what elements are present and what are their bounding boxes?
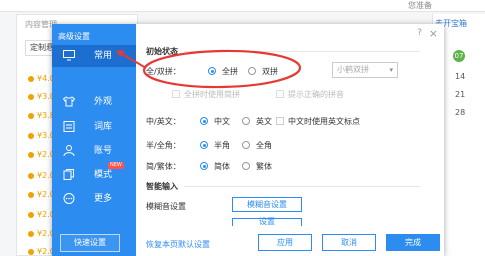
radio-double-pinyin[interactable]: [248, 67, 256, 75]
price-item: ¥2.0: [28, 171, 55, 180]
close-icon[interactable]: ×: [429, 27, 438, 40]
english-label: 英文: [256, 117, 272, 126]
price-item: ¥2.0: [28, 210, 55, 219]
section-divider: [184, 186, 420, 187]
quick-setup-button[interactable]: 快速设置: [60, 234, 120, 252]
advanced-settings-dialog: 高级设置 常用 外观 词库 账号 模式 NEW 更多 快速设置 ? × 初始状态…: [52, 24, 444, 256]
fuzzy-setting-button[interactable]: 模糊音设置: [232, 197, 302, 212]
coin-icon: [28, 151, 34, 158]
cancel-button[interactable]: 取消: [322, 234, 376, 251]
copy-icon: [62, 169, 75, 181]
coin-icon: [28, 112, 34, 119]
lang-label: 中/英文：: [146, 117, 181, 126]
nav-label: 更多: [94, 194, 113, 204]
width-label: 半/全角：: [146, 141, 181, 150]
full-width-label: 全角: [256, 141, 272, 150]
more-setting-button[interactable]: 设置: [232, 218, 302, 226]
nav-label: 外观: [94, 97, 113, 107]
radio-full-pinyin[interactable]: [208, 67, 216, 75]
chevron-down-icon: ▾: [389, 66, 393, 74]
fuzzy-setting-label: 模糊音设置: [146, 202, 186, 211]
coin-icon: [28, 191, 34, 198]
section-initial-state: 初始状态: [146, 47, 178, 56]
nav-label: 词库: [94, 122, 113, 132]
script-label: 简/繁体：: [146, 162, 181, 171]
price-item: ¥2.0: [28, 150, 55, 159]
price-item: ¥3.8: [28, 111, 55, 120]
scheme-value: 小鹤双拼: [337, 65, 369, 74]
coin-icon: [28, 211, 34, 218]
coin-icon: [28, 248, 34, 255]
half-width-label: 半角: [214, 141, 230, 150]
coin-icon: [28, 132, 34, 139]
nav-item-common[interactable]: 常用: [52, 45, 136, 67]
section-smart-input: 智能输入: [146, 182, 178, 191]
section-divider: [184, 51, 420, 52]
dialog-title: 高级设置: [58, 32, 90, 41]
chinese-label: 中文: [214, 117, 230, 126]
pinyin-label: 全/双拼：: [146, 67, 181, 76]
book-icon: [62, 121, 75, 133]
done-button[interactable]: 完成: [386, 234, 440, 251]
radio-simplified[interactable]: [200, 162, 208, 170]
price-item: ¥4.0: [28, 74, 55, 83]
new-badge: NEW: [108, 162, 124, 169]
radio-traditional[interactable]: [242, 162, 250, 170]
nav-item-more[interactable]: 更多: [52, 188, 136, 210]
nav-label: 常用: [94, 51, 113, 61]
settings-sidebar: 高级设置 常用 外观 词库 账号 模式 NEW 更多 快速设置: [52, 24, 136, 256]
coin-icon: [28, 75, 34, 82]
price-item: ¥3.0: [28, 131, 55, 140]
fuzzy-abbrev-label: 全拼时使用简拼: [184, 90, 240, 99]
english-punct-label: 中文时使用英文标点: [288, 117, 360, 126]
simplified-label: 简体: [214, 162, 230, 171]
more-icon: [62, 193, 75, 205]
checkbox-hint-pinyin[interactable]: [276, 90, 284, 98]
nav-label: 账号: [94, 146, 113, 156]
traditional-label: 繁体: [256, 162, 272, 171]
price-item: ¥2.0: [28, 190, 55, 199]
radio-half-width[interactable]: [200, 141, 208, 149]
nav-item-dictionary[interactable]: 词库: [52, 116, 136, 138]
radio-chinese[interactable]: [200, 117, 208, 125]
radio-full-width[interactable]: [242, 141, 250, 149]
hint-pinyin-label: 提示正确的拼音: [288, 90, 344, 99]
top-snippet: 您准备: [408, 1, 432, 10]
calendar-day: 28: [455, 108, 466, 117]
calendar-today[interactable]: 07: [453, 50, 465, 62]
checkbox-english-punct[interactable]: [276, 117, 284, 125]
double-pinyin-label: 双拼: [262, 67, 278, 76]
restore-defaults-link[interactable]: 恢复本页默认设置: [146, 239, 210, 250]
help-icon[interactable]: ?: [417, 28, 422, 38]
checkbox-fuzzy-abbrev[interactable]: [172, 90, 180, 98]
shirt-icon: [62, 96, 75, 108]
user-icon: [62, 145, 75, 157]
apply-button[interactable]: 应用: [258, 234, 312, 251]
price-item: ¥3.0: [28, 92, 55, 101]
radio-english[interactable]: [242, 117, 250, 125]
settings-content: ? × 初始状态 全/双拼： 全拼 双拼 小鹤双拼 ▾ 全拼时使用简拼 提示正确…: [136, 24, 444, 256]
coin-icon: [28, 172, 34, 179]
coin-icon: [28, 93, 34, 100]
nav-item-mode[interactable]: 模式 NEW: [52, 162, 136, 186]
top-bar: 您准备: [0, 0, 485, 12]
calendar-day: 21: [455, 90, 466, 99]
coin-icon: [28, 230, 34, 237]
nav-label: 模式: [94, 170, 113, 180]
price-item: ¥2.0: [28, 229, 55, 238]
nav-item-account[interactable]: 账号: [52, 140, 136, 162]
monitor-icon: [62, 50, 75, 62]
double-pinyin-scheme-select[interactable]: 小鹤双拼 ▾: [332, 62, 398, 78]
nav-item-appearance[interactable]: 外观: [52, 91, 136, 113]
calendar-day: 14: [455, 72, 466, 81]
full-pinyin-label: 全拼: [222, 67, 238, 76]
price-item: ¥2.0: [28, 247, 55, 256]
